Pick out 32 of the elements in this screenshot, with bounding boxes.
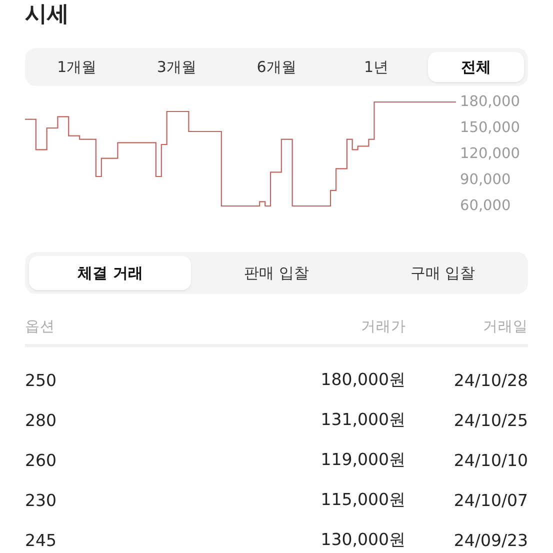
column-header: 옵션 <box>25 318 56 336</box>
trade-tab[interactable]: 구매 입찰 <box>362 256 524 290</box>
y-axis-label: 90,000 <box>460 172 511 188</box>
y-axis-label: 120,000 <box>460 146 520 162</box>
table-cell-text: 24/10/10 <box>452 450 528 470</box>
table-cell-text: 130,000원 <box>320 529 406 551</box>
period-tab[interactable]: 6개월 <box>228 52 324 82</box>
table-cell-text: 250 <box>25 370 58 390</box>
y-axis-label: 180,000 <box>460 94 520 110</box>
table-cell-text: 245 <box>25 530 58 550</box>
period-tab[interactable]: 전체 <box>428 52 524 82</box>
table-cell-text: 24/10/28 <box>452 370 528 390</box>
period-tab[interactable]: 1년 <box>328 52 424 82</box>
trade-tab[interactable]: 판매 입찰 <box>195 256 358 290</box>
table-cell-text: 115,000원 <box>320 489 406 511</box>
column-header: 거래일 <box>482 318 528 336</box>
column-header: 거래가 <box>360 318 406 336</box>
table-cell-text: 24/09/23 <box>452 530 528 550</box>
table-cell-text: 24/10/07 <box>452 490 528 510</box>
section-title: 시세 <box>25 1 70 29</box>
table-cell-text: 119,000원 <box>320 449 406 471</box>
trade-tab[interactable]: 체결 거래 <box>29 256 192 290</box>
period-tab[interactable]: 3개월 <box>128 52 225 82</box>
period-tab[interactable]: 1개월 <box>29 52 125 82</box>
table-cell-text: 180,000원 <box>320 369 406 391</box>
y-axis-label: 150,000 <box>460 120 520 136</box>
table-cell-text: 230 <box>25 490 58 510</box>
table-cell-text: 260 <box>25 450 58 470</box>
table-cell-text: 280 <box>25 410 58 430</box>
table-cell-text: 24/10/25 <box>452 410 528 430</box>
y-axis-label: 60,000 <box>460 198 511 214</box>
table-cell-text: 131,000원 <box>320 409 406 431</box>
